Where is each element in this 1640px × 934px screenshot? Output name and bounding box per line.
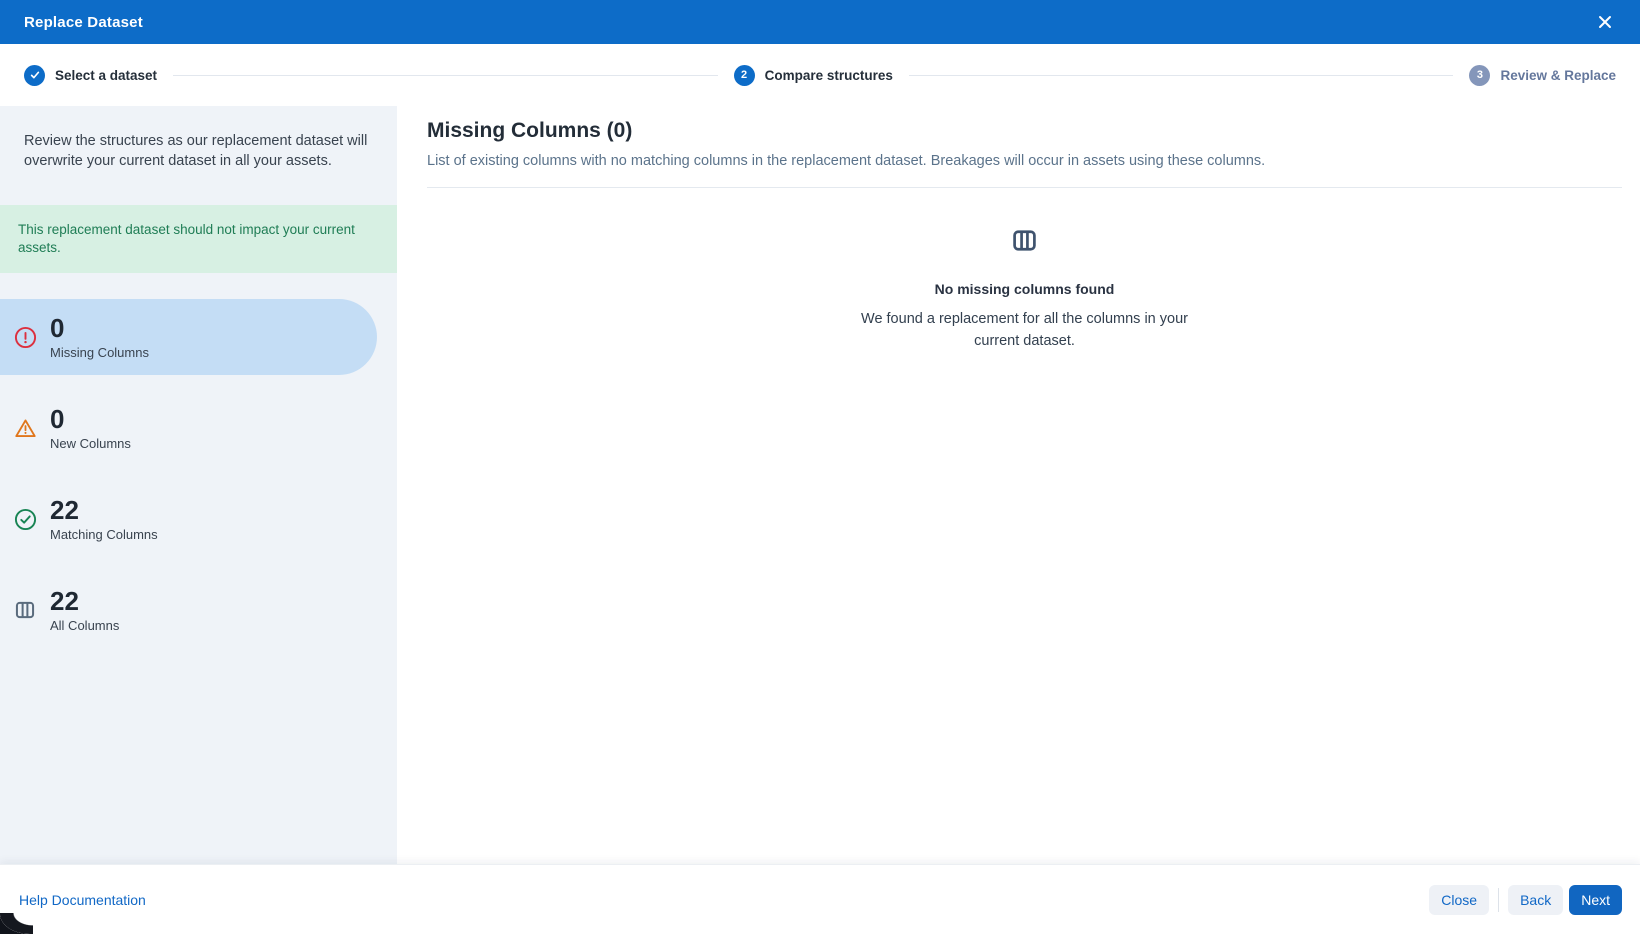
success-alert: This replacement dataset should not impa… bbox=[0, 205, 397, 273]
alert-circle-icon bbox=[13, 325, 37, 349]
item-label: Matching Columns bbox=[50, 527, 158, 542]
step-number-badge: 2 bbox=[734, 65, 755, 86]
check-circle-icon bbox=[13, 507, 37, 531]
help-documentation-link[interactable]: Help Documentation bbox=[19, 892, 146, 908]
close-button-footer[interactable]: Close bbox=[1429, 885, 1489, 915]
next-button[interactable]: Next bbox=[1569, 885, 1622, 915]
step-review-replace[interactable]: 3 Review & Replace bbox=[1469, 65, 1616, 86]
stepper-connector bbox=[173, 75, 718, 76]
sidebar-item-missing-columns[interactable]: 0 Missing Columns bbox=[0, 299, 377, 375]
item-count: 0 bbox=[50, 314, 149, 343]
panel-title: Missing Columns (0) bbox=[427, 118, 1622, 143]
step-done-check-icon bbox=[24, 65, 45, 86]
panel-subtitle: List of existing columns with no matchin… bbox=[427, 153, 1622, 169]
comparison-sidebar: Review the structures as our replacement… bbox=[0, 106, 397, 864]
sidebar-item-all-columns[interactable]: 22 All Columns bbox=[0, 572, 377, 648]
sidebar-item-list: 0 Missing Columns 0 New Column bbox=[0, 299, 397, 648]
item-label: All Columns bbox=[50, 618, 119, 633]
item-label: New Columns bbox=[50, 436, 131, 451]
warning-triangle-icon bbox=[13, 416, 37, 440]
step-compare-structures[interactable]: 2 Compare structures bbox=[734, 65, 893, 86]
wizard-stepper: Select a dataset 2 Compare structures 3 … bbox=[0, 44, 1640, 106]
item-label: Missing Columns bbox=[50, 345, 149, 360]
close-button[interactable] bbox=[1594, 11, 1616, 33]
empty-state: No missing columns found We found a repl… bbox=[427, 227, 1622, 353]
modal-body: Review the structures as our replacement… bbox=[0, 106, 1640, 864]
stepper-connector bbox=[909, 75, 1454, 76]
columns-icon bbox=[13, 598, 37, 622]
empty-state-description: We found a replacement for all the colum… bbox=[845, 309, 1205, 353]
button-separator bbox=[1498, 888, 1499, 912]
close-icon bbox=[1598, 15, 1612, 29]
item-count: 22 bbox=[50, 587, 119, 616]
item-count: 0 bbox=[50, 405, 131, 434]
step-number-badge: 3 bbox=[1469, 65, 1490, 86]
replace-dataset-modal: Replace Dataset Select a dataset 2 Compa… bbox=[0, 0, 1640, 934]
sidebar-item-new-columns[interactable]: 0 New Columns bbox=[0, 390, 377, 466]
step-label: Compare structures bbox=[765, 68, 893, 83]
back-button[interactable]: Back bbox=[1508, 885, 1563, 915]
step-select-dataset[interactable]: Select a dataset bbox=[24, 65, 157, 86]
missing-columns-panel: Missing Columns (0) List of existing col… bbox=[397, 106, 1640, 864]
step-label: Select a dataset bbox=[55, 68, 157, 83]
sidebar-intro-text: Review the structures as our replacement… bbox=[24, 131, 373, 172]
modal-titlebar: Replace Dataset bbox=[0, 0, 1640, 44]
empty-state-title: No missing columns found bbox=[427, 281, 1622, 297]
sidebar-item-matching-columns[interactable]: 22 Matching Columns bbox=[0, 481, 377, 557]
modal-title: Replace Dataset bbox=[24, 14, 143, 31]
modal-footer: Help Documentation Close Back Next bbox=[0, 864, 1640, 934]
panel-divider bbox=[427, 187, 1622, 188]
step-label: Review & Replace bbox=[1500, 68, 1616, 83]
footer-actions: Close Back Next bbox=[1429, 885, 1622, 915]
item-count: 22 bbox=[50, 496, 158, 525]
columns-icon bbox=[1011, 227, 1038, 254]
